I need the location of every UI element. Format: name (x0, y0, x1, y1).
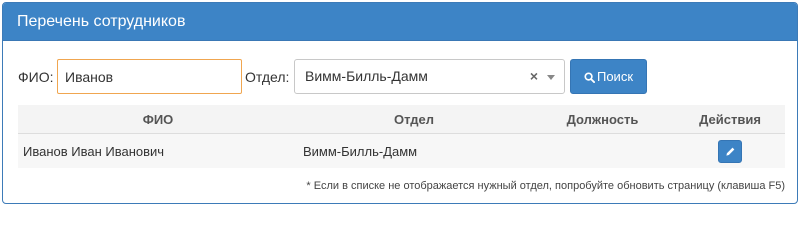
col-header-position[interactable]: Должность (530, 105, 675, 134)
refresh-hint: * Если в списке не отображается нужный о… (306, 180, 785, 192)
fio-label: ФИО: (18, 69, 54, 85)
cell-actions (675, 133, 785, 168)
cell-fio: Иванов Иван Иванович (18, 133, 298, 168)
fio-input[interactable] (57, 59, 242, 94)
table-row: Иванов Иван Иванович Вимм-Билль-Дамм (18, 133, 785, 168)
col-header-fio[interactable]: ФИО (18, 105, 298, 134)
chevron-down-icon[interactable] (547, 75, 555, 80)
dept-select[interactable]: Вимм-Билль-Дамм × (294, 59, 565, 94)
search-icon (584, 72, 595, 83)
employees-panel: Перечень сотрудников ФИО: Отдел: Вимм-Би… (2, 2, 798, 204)
table-header-row: ФИО Отдел Должность Действия (18, 105, 785, 134)
pencil-icon (725, 147, 734, 156)
cell-dept: Вимм-Билль-Дамм (298, 133, 530, 168)
search-button[interactable]: Поиск (570, 59, 647, 94)
employees-table: ФИО Отдел Должность Действия Иванов Иван… (18, 105, 785, 168)
search-button-label: Поиск (596, 69, 634, 84)
dept-selected-value: Вимм-Билль-Дамм (305, 68, 428, 84)
edit-button[interactable] (718, 139, 742, 163)
col-header-actions: Действия (675, 105, 785, 134)
panel-title: Перечень сотрудников (3, 3, 797, 41)
panel-body: ФИО: Отдел: Вимм-Билль-Дамм × Поиск ФИО … (3, 41, 797, 203)
dept-label: Отдел: (245, 69, 290, 85)
cell-position (530, 133, 675, 168)
clear-icon[interactable]: × (530, 60, 538, 93)
col-header-dept[interactable]: Отдел (298, 105, 530, 134)
filter-form: ФИО: Отдел: Вимм-Билль-Дамм × Поиск (18, 59, 797, 95)
